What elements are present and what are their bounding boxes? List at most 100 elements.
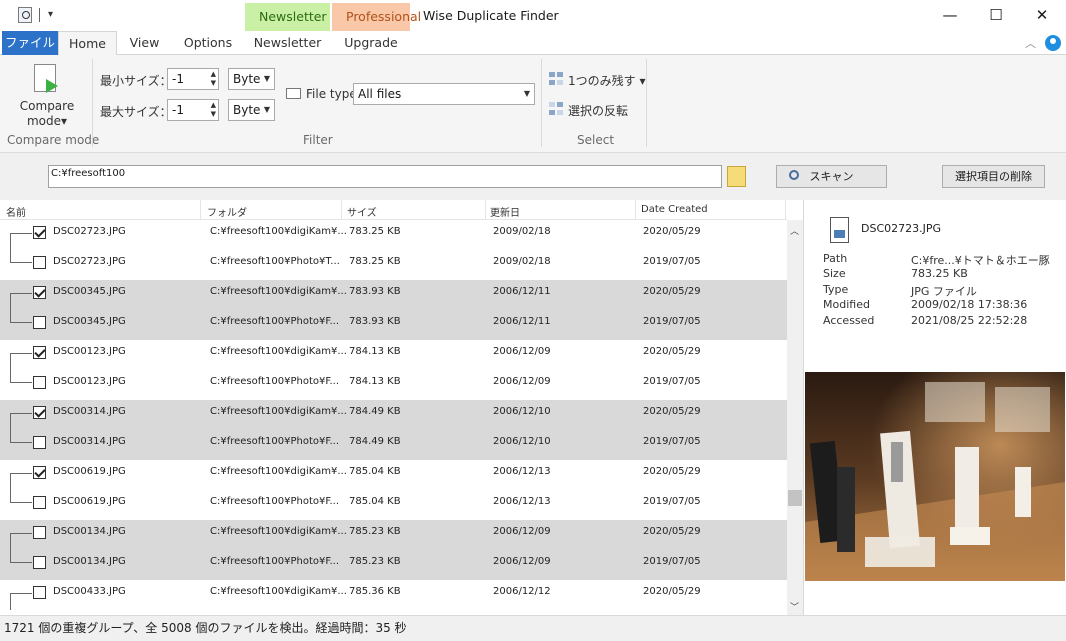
tab-options[interactable]: Options [172,31,244,55]
file-type-label: File type [306,87,357,101]
keep-one-button[interactable]: 1つのみ残す ▾ [568,72,645,89]
row-checkbox[interactable] [33,586,46,599]
title-bar: ▾ Newsletter Professional Wise Duplicate… [0,0,1066,31]
cell-size: 785.23 KB [349,556,401,567]
scrollbar-thumb[interactable] [788,490,802,506]
cell-created: 2019/07/05 [643,556,701,567]
row-checkbox[interactable] [33,466,46,479]
column-header-size[interactable]: サイズ [347,204,377,219]
quick-access-dropdown-icon[interactable]: ▾ [48,9,53,20]
tab-file[interactable]: ファイル [2,31,58,55]
tree-connector [10,310,32,323]
cell-modified: 2006/12/09 [493,346,551,357]
table-row[interactable]: DSC00123.JPG C:¥freesoft100¥Photo¥F... 784… [0,370,787,400]
image-preview [805,372,1065,581]
detail-label-modified: Modified [823,298,870,311]
cell-created: 2020/05/29 [643,406,701,417]
group-label-filter: Filter [303,133,333,147]
column-divider[interactable] [785,200,786,220]
tab-home[interactable]: Home [58,31,117,56]
column-header-created[interactable]: Date Created [641,204,708,215]
invert-selection-button[interactable]: 選択の反転 [568,102,628,119]
table-row[interactable]: DSC02723.JPG C:¥freesoft100¥Photo¥T... 783… [0,250,787,280]
column-header-folder[interactable]: フォルダ [207,204,247,219]
cell-created: 2020/05/29 [643,526,701,537]
maximize-button[interactable]: ☐ [973,0,1019,31]
table-row[interactable]: DSC02723.JPG C:¥freesoft100¥digiKam¥... 78… [0,220,787,250]
tab-view[interactable]: View [117,31,172,55]
cell-modified: 2006/12/11 [493,286,551,297]
status-bar: 1721 個の重複グループ、全 5008 個のファイルを検出。経過時間：35 秒 [0,615,1066,641]
min-size-stepper[interactable]: -1 ▲ ▼ [167,68,219,90]
stepper-arrows-icon[interactable]: ▲ ▼ [211,70,216,88]
cell-folder: C:¥freesoft100¥Photo¥F... [210,556,340,567]
cell-size: 783.93 KB [349,286,401,297]
row-checkbox[interactable] [33,496,46,509]
cell-modified: 2006/12/10 [493,436,551,447]
row-checkbox[interactable] [33,256,46,269]
cell-created: 2019/07/05 [643,256,701,267]
column-header-name[interactable]: 名前 [6,204,26,219]
cell-name: DSC00123.JPG [53,376,126,387]
cell-size: 784.49 KB [349,436,401,447]
group-divider [92,59,93,147]
max-unit-value: Byte [233,103,261,117]
scan-button[interactable]: スキャン [776,165,887,188]
detail-label-type: Type [823,283,849,296]
delete-selected-button[interactable]: 選択項目の削除 [942,165,1045,188]
min-unit-select[interactable]: Byte ▼ [228,68,275,90]
list-header: 名前 フォルダ サイズ 更新日 Date Created [0,200,787,220]
scan-path-input[interactable]: C:¥freesoft100 [48,165,722,188]
scroll-up-icon[interactable]: ︿ [790,224,799,237]
tab-newsletter[interactable]: Newsletter [245,31,330,55]
cell-created: 2020/05/29 [643,586,701,597]
context-tab-professional-header: Professional [332,3,421,31]
max-size-value: -1 [172,103,184,117]
scroll-down-icon[interactable]: ﹀ [790,600,799,613]
cell-modified: 2006/12/10 [493,406,551,417]
table-row[interactable]: DSC00134.JPG C:¥freesoft100¥Photo¥F... 785… [0,550,787,580]
search-icon [789,170,799,180]
max-unit-select[interactable]: Byte ▼ [228,99,275,121]
row-checkbox[interactable] [33,406,46,419]
table-row[interactable]: DSC00345.JPG C:¥freesoft100¥Photo¥F... 783… [0,310,787,340]
minimize-button[interactable]: — [927,0,973,31]
row-checkbox[interactable] [33,346,46,359]
row-checkbox[interactable] [33,226,46,239]
column-divider[interactable] [635,200,636,220]
cell-name: DSC02723.JPG [53,226,126,237]
table-row[interactable]: DSC00123.JPG C:¥freesoft100¥digiKam¥... 78… [0,340,787,370]
cell-name: DSC00433.JPG [53,586,126,597]
table-row[interactable]: DSC00619.JPG C:¥freesoft100¥Photo¥F... 785… [0,490,787,520]
file-type-select[interactable]: All files ▼ [353,83,535,105]
stepper-arrows-icon[interactable]: ▲ ▼ [211,101,216,119]
account-icon[interactable] [1045,35,1061,51]
table-row[interactable]: DSC00134.JPG C:¥freesoft100¥digiKam¥... 78… [0,520,787,550]
table-row[interactable]: DSC00314.JPG C:¥freesoft100¥digiKam¥... 78… [0,400,787,430]
browse-folder-icon[interactable] [727,166,746,187]
collapse-ribbon-icon[interactable]: ︿ [1025,35,1036,51]
table-row[interactable]: DSC00433.JPG C:¥freesoft100¥digiKam¥... 78… [0,580,787,610]
max-size-stepper[interactable]: -1 ▲ ▼ [167,99,219,121]
list-scrollbar[interactable]: ︿ ﹀ [787,220,803,615]
row-checkbox[interactable] [33,286,46,299]
app-icon[interactable] [18,7,32,23]
table-row[interactable]: DSC00345.JPG C:¥freesoft100¥digiKam¥... 78… [0,280,787,310]
row-checkbox[interactable] [33,316,46,329]
row-checkbox[interactable] [33,526,46,539]
column-header-modified[interactable]: 更新日 [490,204,520,219]
table-row[interactable]: DSC00619.JPG C:¥freesoft100¥digiKam¥... 78… [0,460,787,490]
close-button[interactable]: ✕ [1019,0,1065,31]
cell-size: 785.04 KB [349,496,401,507]
path-bar: C:¥freesoft100 スキャン 選択項目の削除 [0,153,1066,200]
column-divider[interactable] [200,200,201,220]
tree-connector [10,413,32,430]
row-checkbox[interactable] [33,556,46,569]
tab-upgrade[interactable]: Upgrade [332,31,410,55]
cell-size: 784.13 KB [349,376,401,387]
table-row[interactable]: DSC00314.JPG C:¥freesoft100¥Photo¥F... 784… [0,430,787,460]
row-checkbox[interactable] [33,436,46,449]
column-divider[interactable] [485,200,486,220]
row-checkbox[interactable] [33,376,46,389]
column-divider[interactable] [341,200,342,220]
